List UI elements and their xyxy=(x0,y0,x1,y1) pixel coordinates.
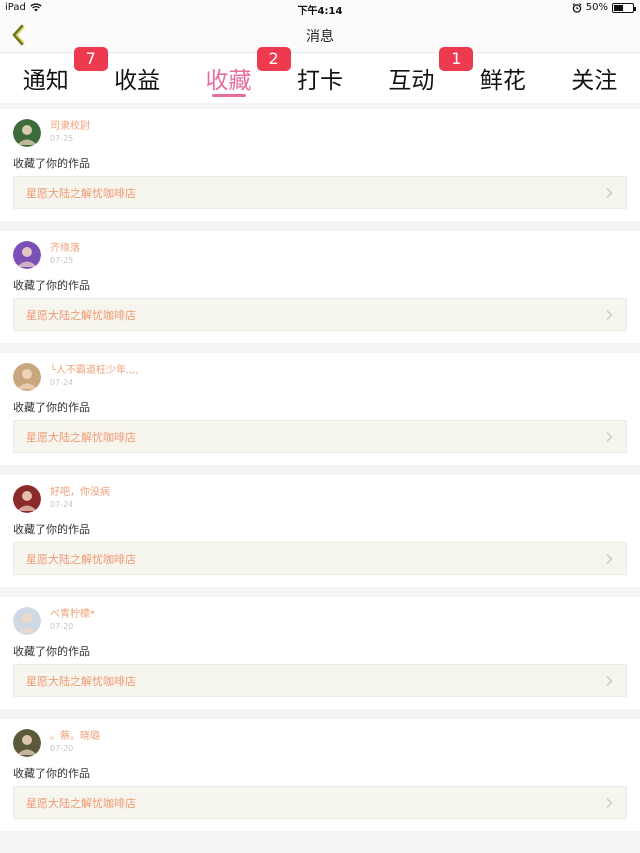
status-time: 下午4:14 xyxy=(297,6,343,17)
favorite-notification: 司隶校尉 07-25 收藏了你的作品星愿大陆之解忧咖啡店 xyxy=(0,109,640,221)
favorite-notification: ╰人不霸道枉少年.,,, 07-24 收藏了你的作品星愿大陆之解忧咖啡店 xyxy=(0,353,640,465)
avatar-image xyxy=(13,729,41,757)
user-meta: 齐缘落 07-25 xyxy=(50,243,80,266)
username[interactable]: ╰人不霸道枉少年.,,, xyxy=(50,365,139,377)
work-title: 星愿大陆之解忧咖啡店 xyxy=(26,552,136,566)
chevron-right-icon xyxy=(606,309,613,320)
favorite-notification: 好吧，你没病 07-24 收藏了你的作品星愿大陆之解忧咖啡店 xyxy=(0,475,640,587)
avatar-image xyxy=(13,119,41,147)
status-right: 50% xyxy=(572,2,636,13)
work-link[interactable]: 星愿大陆之解忧咖啡店 xyxy=(13,664,627,697)
chevron-right-icon xyxy=(606,431,613,442)
battery-level xyxy=(614,4,623,11)
user-meta: 。蔡。晓璐 07-20 xyxy=(50,731,100,754)
tab-label: 通知 xyxy=(22,68,69,94)
tab-3[interactable]: 打卡 xyxy=(294,53,346,103)
action-text: 收藏了你的作品 xyxy=(13,157,90,170)
timestamp: 07-25 xyxy=(50,256,74,265)
chevron-right-icon xyxy=(606,187,613,198)
work-link[interactable]: 星愿大陆之解忧咖啡店 xyxy=(13,420,627,453)
username[interactable]: 司隶校尉 xyxy=(50,121,90,133)
action-text: 收藏了你的作品 xyxy=(13,523,90,536)
work-link[interactable]: 星愿大陆之解忧咖啡店 xyxy=(13,298,627,331)
tab-5[interactable]: 鲜花 xyxy=(477,53,529,103)
avatar[interactable] xyxy=(13,241,41,269)
notification-header: 好吧，你没病 07-24 xyxy=(13,485,627,515)
timestamp: 07-24 xyxy=(50,378,74,387)
tab-1[interactable]: 收益 xyxy=(111,53,163,103)
message-tabs: 通知 7 收益 收藏 2 打卡 互动 1 鲜花 关注 xyxy=(0,47,640,103)
user-meta: 司隶校尉 07-25 xyxy=(50,121,90,144)
tab-2[interactable]: 收藏 2 xyxy=(203,47,291,103)
chevron-right-icon xyxy=(606,675,613,686)
battery-icon xyxy=(612,2,636,13)
user-meta: 好吧，你没病 07-24 xyxy=(50,487,110,510)
tab-label: 关注 xyxy=(571,68,618,94)
favorite-notification: べ青柠檬* 07-20 收藏了你的作品星愿大陆之解忧咖啡店 xyxy=(0,597,640,709)
chevron-right-icon xyxy=(606,553,613,564)
unread-badge: 2 xyxy=(256,47,291,71)
timestamp: 07-20 xyxy=(50,622,74,631)
page-title: 消息 xyxy=(306,29,334,45)
favorite-notification: 。蔡。晓璐 07-20 收藏了你的作品星愿大陆之解忧咖啡店 xyxy=(0,719,640,831)
work-link[interactable]: 星愿大陆之解忧咖啡店 xyxy=(13,786,627,819)
tab-6[interactable]: 关注 xyxy=(568,53,620,103)
timestamp: 07-24 xyxy=(50,500,74,509)
avatar[interactable] xyxy=(13,119,41,147)
work-link[interactable]: 星愿大陆之解忧咖啡店 xyxy=(13,176,627,209)
work-title: 星愿大陆之解忧咖啡店 xyxy=(26,186,136,200)
avatar-image xyxy=(13,485,41,513)
chevron-right-icon xyxy=(606,797,613,808)
unread-badge: 7 xyxy=(73,47,108,71)
action-text: 收藏了你的作品 xyxy=(13,645,90,658)
avatar-image xyxy=(13,241,41,269)
work-title: 星愿大陆之解忧咖啡店 xyxy=(26,796,136,810)
avatar[interactable] xyxy=(13,729,41,757)
timestamp: 07-20 xyxy=(50,744,74,753)
tab-label: 互动 xyxy=(388,68,435,94)
tab-0[interactable]: 通知 7 xyxy=(20,47,108,103)
timestamp: 07-25 xyxy=(50,134,74,143)
notification-header: 。蔡。晓璐 07-20 xyxy=(13,729,627,759)
action-text: 收藏了你的作品 xyxy=(13,401,90,414)
tab-label: 打卡 xyxy=(296,68,343,94)
work-title: 星愿大陆之解忧咖啡店 xyxy=(26,430,136,444)
user-meta: ╰人不霸道枉少年.,,, 07-24 xyxy=(50,365,139,388)
avatar[interactable] xyxy=(13,363,41,391)
avatar[interactable] xyxy=(13,607,41,635)
status-bar: iPad 下午4:14 50% xyxy=(0,0,640,17)
tab-label: 收益 xyxy=(114,68,161,94)
username[interactable]: 好吧，你没病 xyxy=(50,487,110,499)
tab-4[interactable]: 互动 1 xyxy=(385,47,474,103)
username[interactable]: べ青柠檬* xyxy=(50,609,95,621)
action-text: 收藏了你的作品 xyxy=(13,279,90,292)
work-title: 星愿大陆之解忧咖啡店 xyxy=(26,308,136,322)
user-meta: べ青柠檬* 07-20 xyxy=(50,609,95,632)
alarm-icon xyxy=(572,2,582,13)
battery-percent: 50% xyxy=(585,2,608,13)
username[interactable]: 。蔡。晓璐 xyxy=(50,731,100,743)
notification-header: ╰人不霸道枉少年.,,, 07-24 xyxy=(13,363,627,393)
tab-label: 收藏 xyxy=(205,68,252,94)
work-link[interactable]: 星愿大陆之解忧咖啡店 xyxy=(13,542,627,575)
work-title: 星愿大陆之解忧咖啡店 xyxy=(26,674,136,688)
tab-label: 鲜花 xyxy=(479,68,526,94)
action-text: 收藏了你的作品 xyxy=(13,767,90,780)
favorites-feed: 司隶校尉 07-25 收藏了你的作品 星愿大陆之解忧咖啡店 齐缘落 07-25 收藏了你的作… xyxy=(0,103,640,831)
favorite-notification: 齐缘落 07-25 收藏了你的作品星愿大陆之解忧咖啡店 xyxy=(0,231,640,343)
username[interactable]: 齐缘落 xyxy=(50,243,80,255)
avatar[interactable] xyxy=(13,485,41,513)
notification-header: 司隶校尉 07-25 xyxy=(13,119,627,149)
notification-header: 齐缘落 07-25 xyxy=(13,241,627,271)
unread-badge: 1 xyxy=(439,47,474,71)
notification-header: べ青柠檬* 07-20 xyxy=(13,607,627,637)
avatar-image xyxy=(13,363,41,391)
avatar-image xyxy=(13,607,41,635)
